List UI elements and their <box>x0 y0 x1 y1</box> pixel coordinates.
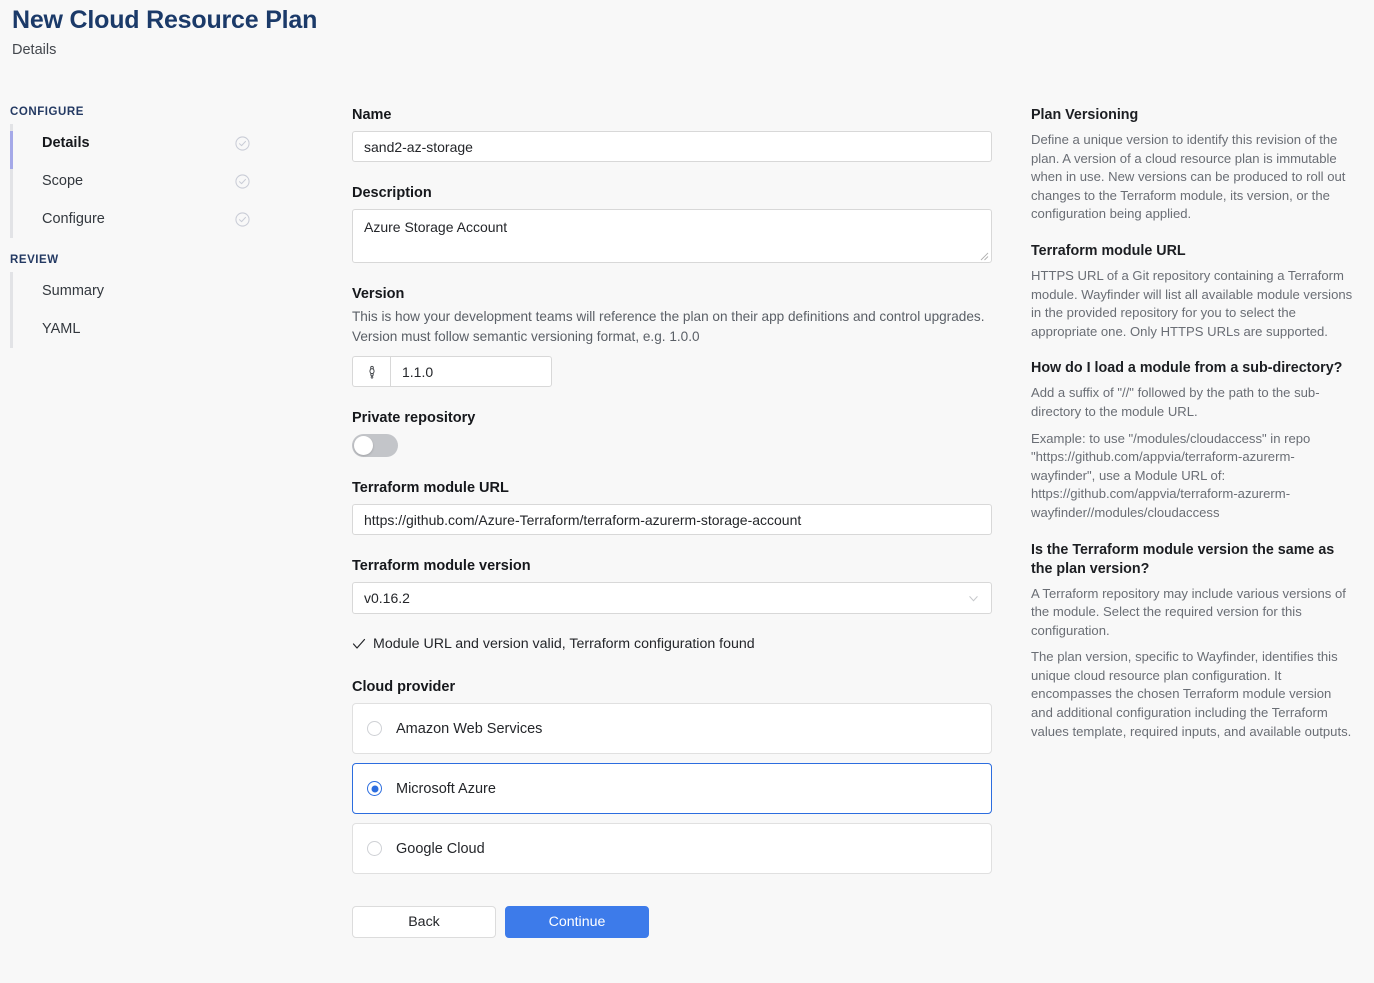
private-repository-label: Private repository <box>352 410 476 426</box>
version-label: Version <box>352 286 405 302</box>
page-header: New Cloud Resource Plan Details <box>12 4 317 60</box>
details-form: Name sand2-az-storage Description Azure … <box>352 106 992 938</box>
radio-icon-selected <box>367 781 382 796</box>
nav-group-configure: CONFIGURE Details Scope Configure <box>10 106 260 238</box>
help-section-paragraph: The plan version, specific to Wayfinder,… <box>1031 649 1352 739</box>
description-field-group: Description Azure Storage Account <box>352 184 992 263</box>
git-branch-icon <box>352 356 390 387</box>
radio-label: Microsoft Azure <box>396 780 496 797</box>
module-version-label: Terraform module version <box>352 558 531 574</box>
help-section-title: Plan Versioning <box>1031 107 1139 123</box>
module-version-field-group: Terraform module version v0.16.2 <box>352 557 992 614</box>
nav-rail-active-indicator <box>10 131 13 169</box>
radio-label: Amazon Web Services <box>396 720 543 737</box>
module-version-value: v0.16.2 <box>364 590 410 606</box>
help-section-title: How do I load a module from a sub-direct… <box>1031 360 1343 377</box>
private-repository-group: Private repository <box>352 409 992 457</box>
help-section-module-vs-plan-version: Is the Terraform module version the same… <box>1031 541 1353 742</box>
help-section-paragraph: Define a unique version to identify this… <box>1031 132 1346 222</box>
validation-message: Module URL and version valid, Terraform … <box>373 636 755 652</box>
name-field-group: Name sand2-az-storage <box>352 106 992 162</box>
radio-icon <box>367 721 382 736</box>
nav-group-title-review: REVIEW <box>10 254 59 266</box>
private-repository-toggle[interactable] <box>352 434 398 457</box>
radio-card-azure[interactable]: Microsoft Azure <box>352 763 992 814</box>
help-section-paragraph: Add a suffix of "//" followed by the pat… <box>1031 385 1320 419</box>
description-value: Azure Storage Account <box>364 219 508 235</box>
help-section-plan-versioning: Plan Versioning Define a unique version … <box>1031 106 1353 224</box>
description-label: Description <box>352 185 432 201</box>
help-section-paragraph: HTTPS URL of a Git repository containing… <box>1031 267 1353 339</box>
sidebar-item-label: YAML <box>42 321 81 337</box>
help-section-title: Terraform module URL <box>1031 242 1186 259</box>
sidebar-item-label: Scope <box>42 173 84 189</box>
help-section-paragraph: A Terraform repository may include vario… <box>1031 585 1346 638</box>
radio-label: Google Cloud <box>396 840 485 857</box>
radio-icon <box>367 841 382 856</box>
check-circle-icon <box>235 173 250 189</box>
toggle-knob <box>354 436 373 455</box>
nav-group-title-configure: CONFIGURE <box>10 106 84 118</box>
page-subtitle: Details <box>12 42 57 58</box>
module-url-label: Terraform module URL <box>352 480 509 496</box>
wizard-sidebar: CONFIGURE Details Scope Configure REVIEW… <box>10 106 260 364</box>
sidebar-item-summary[interactable]: Summary <box>21 272 260 310</box>
radio-card-aws[interactable]: Amazon Web Services <box>352 703 992 754</box>
version-field-group: Version This is how your development tea… <box>352 285 992 387</box>
nav-group-review: REVIEW Summary YAML <box>10 254 260 348</box>
page-title: New Cloud Resource Plan <box>12 6 318 34</box>
description-textarea[interactable]: Azure Storage Account <box>352 209 992 263</box>
radio-card-gcp[interactable]: Google Cloud <box>352 823 992 874</box>
chevron-down-icon <box>969 595 978 601</box>
nav-rail <box>10 272 13 348</box>
validation-message-row: Module URL and version valid, Terraform … <box>352 636 992 652</box>
form-actions: Back Continue <box>352 906 992 938</box>
sidebar-item-configure[interactable]: Configure <box>21 200 260 238</box>
check-icon <box>352 638 366 649</box>
help-section-title: Is the Terraform module version the same… <box>1031 541 1335 577</box>
name-input[interactable]: sand2-az-storage <box>352 131 992 162</box>
help-section-subdirectory: How do I load a module from a sub-direct… <box>1031 359 1353 522</box>
sidebar-item-yaml[interactable]: YAML <box>21 310 260 348</box>
version-input-row: 1.1.0 <box>352 356 552 387</box>
name-label: Name <box>352 107 392 123</box>
check-circle-icon <box>235 135 250 151</box>
help-section-module-url: Terraform module URL HTTPS URL of a Git … <box>1031 242 1353 341</box>
help-section-paragraph: Example: to use "/modules/cloudaccess" i… <box>1031 430 1311 520</box>
nav-list-configure: Details Scope Configure <box>10 124 260 238</box>
cloud-provider-group: Cloud provider Amazon Web Services Micro… <box>352 678 992 874</box>
module-url-input[interactable]: https://github.com/Azure-Terraform/terra… <box>352 504 992 535</box>
resize-handle-icon[interactable] <box>979 251 989 261</box>
continue-button[interactable]: Continue <box>505 906 649 938</box>
version-help-text: This is how your development teams will … <box>352 309 985 344</box>
help-panel: Plan Versioning Define a unique version … <box>1031 106 1353 759</box>
module-version-select[interactable]: v0.16.2 <box>352 582 992 614</box>
sidebar-item-label: Configure <box>42 211 105 227</box>
sidebar-item-details[interactable]: Details <box>21 124 260 162</box>
nav-list-review: Summary YAML <box>10 272 260 348</box>
back-button[interactable]: Back <box>352 906 496 938</box>
version-input[interactable]: 1.1.0 <box>390 356 552 387</box>
sidebar-item-scope[interactable]: Scope <box>21 162 260 200</box>
check-circle-icon <box>235 211 250 227</box>
sidebar-item-label: Summary <box>42 283 105 299</box>
module-url-field-group: Terraform module URL https://github.com/… <box>352 479 992 535</box>
sidebar-item-label: Details <box>42 135 90 151</box>
cloud-provider-label: Cloud provider <box>352 679 456 695</box>
